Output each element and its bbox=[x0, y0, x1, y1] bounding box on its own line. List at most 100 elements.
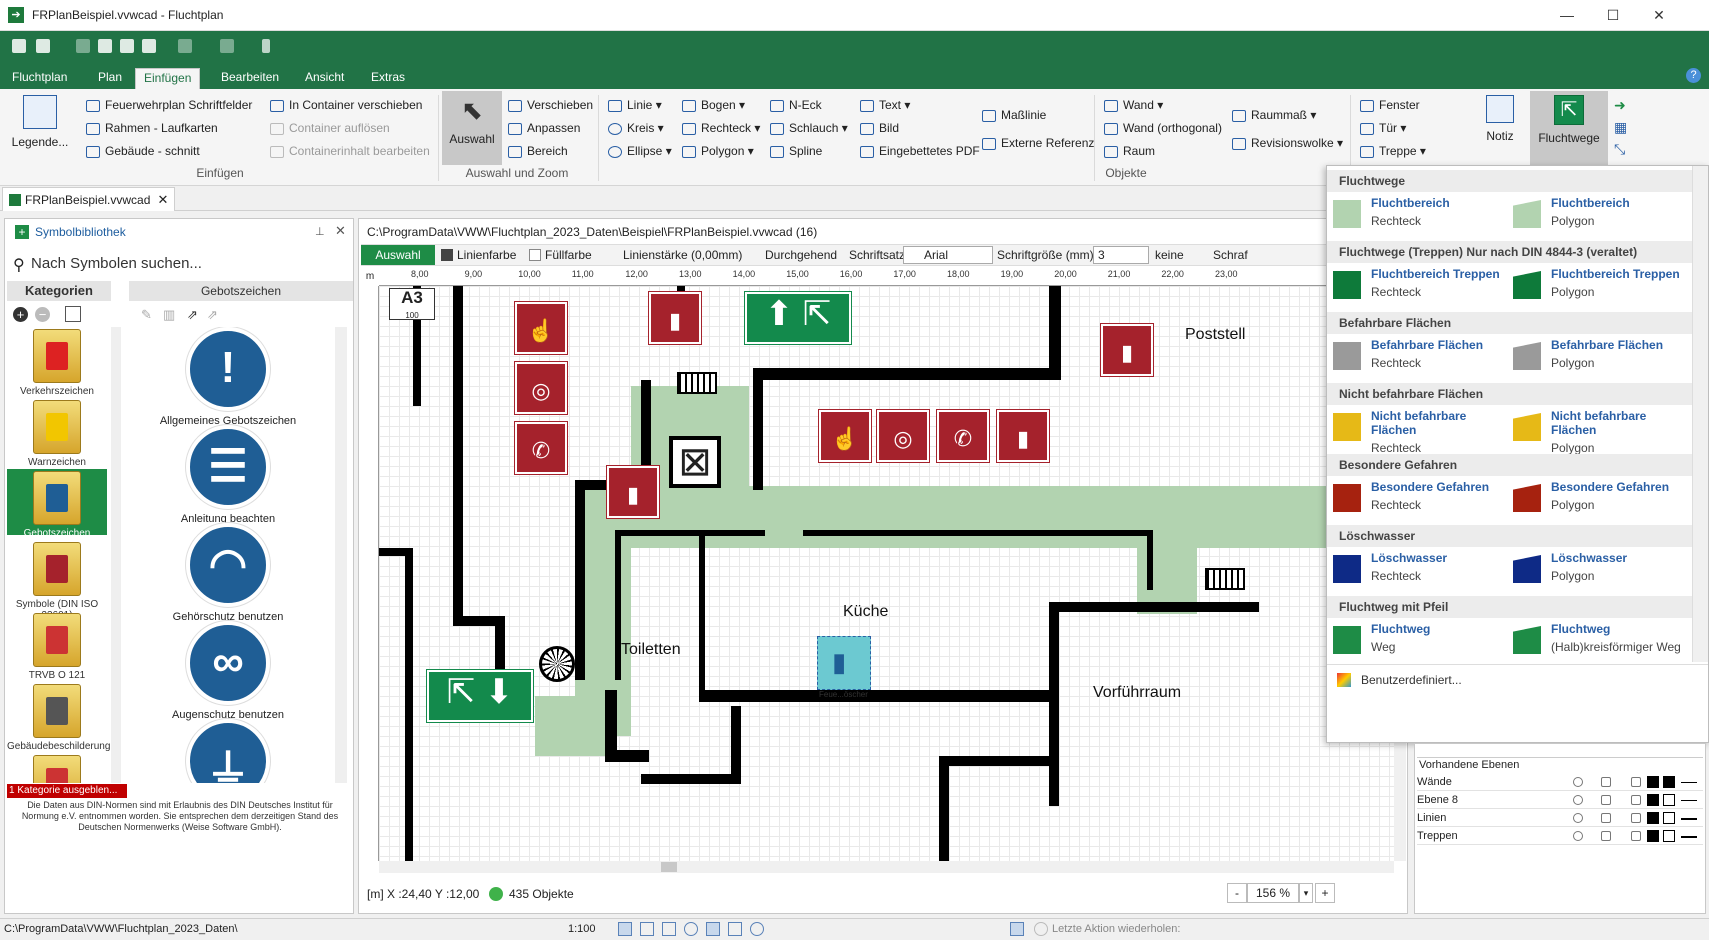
ellipse-button[interactable]: Ellipse ▾ bbox=[608, 141, 672, 161]
polygon-button[interactable]: Polygon ▾ bbox=[682, 141, 754, 161]
fluchtwege-button[interactable]: ⇱ Fluchtwege bbox=[1530, 91, 1608, 165]
wand-button[interactable]: Wand ▾ bbox=[1104, 95, 1163, 115]
print-icon[interactable] bbox=[76, 39, 90, 53]
legend-button[interactable]: Legende... bbox=[8, 95, 72, 149]
save-icon[interactable] bbox=[98, 39, 112, 53]
rechteck-button[interactable]: Rechteck ▾ bbox=[682, 118, 760, 138]
selected-extinguisher-symbol[interactable]: ▮ bbox=[817, 636, 871, 690]
elevator-symbol[interactable]: ⊠ bbox=[669, 436, 721, 488]
layer-line-style[interactable] bbox=[1681, 818, 1697, 820]
layer-color-swatch[interactable] bbox=[1647, 776, 1659, 788]
lock-icon[interactable] bbox=[1631, 831, 1641, 841]
fluchtweg-item[interactable]: Löschwasser Rechteck bbox=[1333, 547, 1503, 593]
container-edit-button[interactable]: Containerinhalt bearbeiten bbox=[270, 141, 430, 161]
category-item[interactable] bbox=[7, 753, 107, 783]
zoom-dropdown-icon[interactable]: ▾ bbox=[1299, 883, 1313, 903]
auswahl-button[interactable]: ⬉ Auswahl bbox=[442, 91, 502, 165]
layer-color-swatch[interactable] bbox=[1647, 812, 1659, 824]
container-dissolve-button[interactable]: Container auflösen bbox=[270, 118, 390, 138]
delete-symbol-icon[interactable]: ▥ bbox=[163, 307, 175, 323]
star-icon[interactable] bbox=[1601, 795, 1611, 805]
eye-icon[interactable] bbox=[1573, 813, 1583, 823]
exit-sign[interactable]: ⬆ ⇱ bbox=[745, 292, 851, 344]
fluchtweg-item[interactable]: Besondere Gefahren Rechteck bbox=[1333, 476, 1503, 522]
zoom-out-button[interactable]: - bbox=[1227, 883, 1247, 903]
anpassen-button[interactable]: Anpassen bbox=[508, 118, 580, 138]
fire-hose-sign[interactable]: ◎ bbox=[515, 362, 567, 414]
symbol-item[interactable]: ◠ Gehörschutz benutzen bbox=[133, 523, 323, 623]
stairs-symbol[interactable] bbox=[1205, 568, 1245, 590]
eye-icon[interactable] bbox=[1573, 795, 1583, 805]
tab-einfuegen[interactable]: Einfügen bbox=[135, 68, 201, 89]
line-color-swatch[interactable] bbox=[441, 249, 453, 261]
close-tab-icon[interactable]: ✕ bbox=[157, 188, 168, 212]
grid-snap-icon[interactable] bbox=[662, 922, 676, 936]
layer-fill-swatch[interactable] bbox=[1663, 794, 1675, 806]
line-type-label[interactable]: Durchgehend bbox=[765, 245, 837, 265]
wall[interactable] bbox=[615, 530, 765, 536]
wall[interactable] bbox=[1049, 286, 1061, 380]
bogen-button[interactable]: Bogen ▾ bbox=[682, 95, 745, 115]
fire-extinguisher-sign[interactable]: ▮ bbox=[607, 466, 659, 518]
layer-line-style[interactable] bbox=[1681, 800, 1697, 801]
fluchtweg-item[interactable]: Nicht befahrbare Flächen Polygon bbox=[1513, 405, 1683, 455]
bereich-button[interactable]: Bereich bbox=[508, 141, 568, 161]
eye-icon[interactable] bbox=[1573, 831, 1583, 841]
wall[interactable] bbox=[731, 706, 741, 784]
tab-bearbeiten[interactable]: Bearbeiten bbox=[213, 68, 287, 89]
redo-icon[interactable] bbox=[220, 39, 234, 53]
document-tab[interactable]: FRPlanBeispiel.vvwcad ✕ bbox=[2, 187, 176, 212]
lock-icon[interactable] bbox=[1631, 777, 1641, 787]
sheet-marker[interactable]: A3 100 bbox=[389, 288, 435, 320]
exit-sign[interactable]: ⇱ ⬇ bbox=[427, 670, 533, 722]
wall[interactable] bbox=[1147, 530, 1153, 590]
grid-icon[interactable]: ▦ bbox=[1614, 119, 1627, 136]
line-color-label[interactable]: Linienfarbe bbox=[457, 245, 516, 265]
fluchtweg-item[interactable]: Besondere Gefahren Polygon bbox=[1513, 476, 1683, 522]
symbol-item[interactable]: ! Allgemeines Gebotszeichen bbox=[133, 327, 323, 427]
layer-fill-swatch[interactable] bbox=[1663, 812, 1675, 824]
custom-area-button[interactable]: Benutzerdefiniert... bbox=[1327, 664, 1708, 694]
spiral-stairs-symbol[interactable] bbox=[539, 646, 575, 682]
layers-toggle-icon[interactable] bbox=[1010, 922, 1024, 936]
wall[interactable] bbox=[1049, 606, 1059, 806]
spline-button[interactable]: Spline bbox=[770, 141, 822, 161]
layer-row[interactable]: Treppen bbox=[1417, 828, 1703, 845]
tuer-button[interactable]: Tür ▾ bbox=[1360, 118, 1406, 138]
cancel-icon[interactable] bbox=[750, 922, 764, 936]
repeat-last-action[interactable]: Letzte Aktion wiederholen: bbox=[1052, 919, 1180, 940]
symbol-item[interactable]: ☰ Anleitung beachten bbox=[133, 425, 323, 525]
fluchtweg-item[interactable]: Fluchtweg (Halb)kreisförmiger Weg bbox=[1513, 618, 1683, 664]
wand-orthogonal-button[interactable]: Wand (orthogonal) bbox=[1104, 118, 1222, 138]
new-icon[interactable] bbox=[12, 39, 26, 53]
layer-color-swatch[interactable] bbox=[1647, 830, 1659, 842]
fill-color-label[interactable]: Füllfarbe bbox=[545, 245, 592, 265]
gebaeude-button[interactable]: Gebäude - schnitt bbox=[86, 141, 200, 161]
fluchtweg-item[interactable]: Löschwasser Polygon bbox=[1513, 547, 1683, 593]
revisionswolke-button[interactable]: Revisionswolke ▾ bbox=[1232, 133, 1343, 153]
fluchtweg-item[interactable]: Fluchtbereich Treppen Rechteck bbox=[1333, 263, 1503, 309]
wall[interactable] bbox=[575, 480, 585, 680]
symbol-item[interactable]: ∞ Augenschutz benutzen bbox=[133, 621, 323, 721]
wall[interactable] bbox=[1049, 602, 1259, 612]
fire-extinguisher-sign[interactable]: ▮ bbox=[649, 292, 701, 344]
category-item[interactable]: Warnzeichen bbox=[7, 398, 107, 468]
customize-qat-icon[interactable] bbox=[262, 39, 270, 53]
wall[interactable] bbox=[405, 548, 413, 861]
fluchtweg-item[interactable]: Fluchtbereich Treppen Polygon bbox=[1513, 263, 1683, 309]
arrow-right-icon[interactable]: ➜ bbox=[1614, 97, 1626, 114]
neck-button[interactable]: N-Eck bbox=[770, 95, 822, 115]
layer-fill-swatch[interactable] bbox=[1663, 776, 1675, 788]
raummass-button[interactable]: Raummaß ▾ bbox=[1232, 105, 1316, 125]
layer-toolbar[interactable] bbox=[1417, 746, 1703, 758]
snap-icon[interactable] bbox=[640, 922, 654, 936]
linie-button[interactable]: Linie ▾ bbox=[608, 95, 662, 115]
layer-row[interactable]: Linien bbox=[1417, 810, 1703, 827]
minimize-button[interactable]: — bbox=[1544, 0, 1590, 31]
layer-row[interactable]: Wände bbox=[1417, 774, 1703, 791]
wall[interactable] bbox=[939, 756, 1049, 766]
select-mode-icon[interactable] bbox=[618, 922, 632, 936]
category-scrollbar[interactable] bbox=[111, 327, 121, 783]
close-button[interactable]: ✕ bbox=[1636, 0, 1682, 31]
symbol-search-input[interactable]: Nach Symbolen suchen... bbox=[31, 255, 367, 277]
